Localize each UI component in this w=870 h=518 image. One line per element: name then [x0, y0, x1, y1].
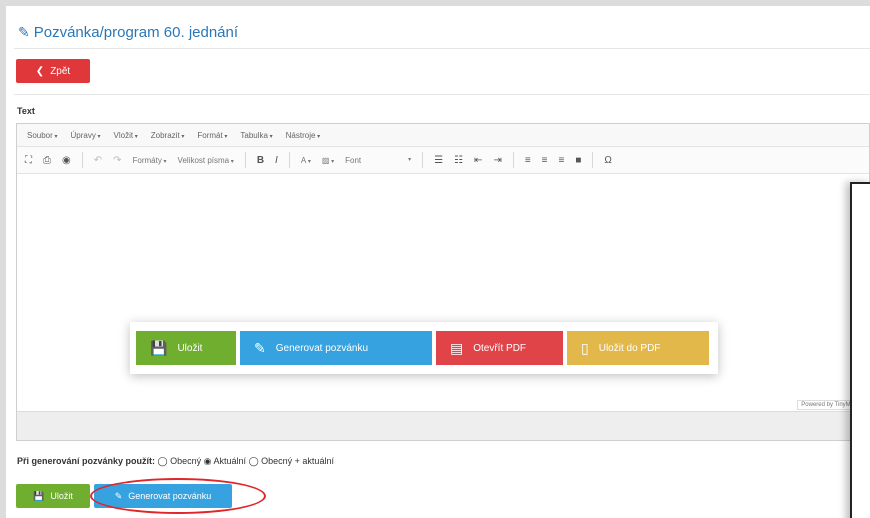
toolbar-separator — [244, 152, 246, 168]
align-justify-icon[interactable]: ■ — [575, 155, 581, 166]
special-char-icon[interactable]: Ω — [604, 155, 611, 166]
menu-insert[interactable]: Vložit — [114, 131, 138, 140]
menu-edit[interactable]: Úpravy — [70, 131, 100, 140]
menu-tools[interactable]: Nástroje — [286, 131, 320, 140]
save-to-pdf-button[interactable]: ▯ Uložit do PDF — [567, 331, 709, 365]
indent-icon[interactable]: ⇥ — [493, 155, 501, 166]
save-button-label: Uložit — [177, 342, 203, 354]
italic-button[interactable]: I — [275, 155, 278, 166]
print-icon[interactable]: ⎙ — [43, 155, 51, 166]
text-field-label: Text — [17, 106, 35, 116]
highlight-oval — [90, 478, 266, 514]
editor-statusbar — [17, 411, 869, 440]
page-title-text: Pozvánka/program 60. jednání — [33, 24, 239, 41]
redo-icon[interactable]: ↷ — [113, 155, 121, 166]
toolbar-separator — [592, 152, 594, 168]
preview-icon[interactable]: ◉ — [62, 155, 71, 166]
save-icon: 💾 — [33, 490, 45, 501]
overlay-window-edge — [850, 182, 870, 518]
toolbar-separator — [422, 152, 424, 168]
generate-invitation-button[interactable]: ✎ Generovat pozvánku — [240, 331, 432, 365]
save-button[interactable]: 💾 Uložit — [136, 331, 236, 365]
outdent-icon[interactable]: ⇤ — [474, 155, 482, 166]
back-button[interactable]: ❮ Zpět — [16, 59, 90, 83]
bold-button[interactable]: B — [257, 155, 264, 166]
option-general-current[interactable]: ◯ Obecný + aktuální — [249, 456, 334, 466]
chevron-left-icon: ❮ — [35, 65, 45, 77]
generation-options: Při generování pozvánky použít: ◯ Obecný… — [17, 456, 334, 467]
menu-table[interactable]: Tabulka — [240, 131, 272, 140]
font-size-dropdown[interactable]: Velikost písma — [178, 156, 234, 165]
generation-options-label: Při generování pozvánky použít: — [17, 456, 156, 466]
save-to-pdf-label: Uložit do PDF — [598, 342, 661, 354]
font-family-dropdown[interactable]: Font — [345, 156, 411, 165]
background-color-icon[interactable]: ▨ — [322, 156, 334, 165]
menu-file[interactable]: Soubor — [27, 131, 57, 140]
divider — [14, 94, 870, 95]
save-icon: 💾 — [150, 339, 168, 356]
align-center-icon[interactable]: ≡ — [542, 155, 548, 166]
bottom-save-label: Uložit — [50, 491, 73, 501]
bullet-list-icon[interactable]: ☰ — [434, 155, 443, 166]
undo-icon[interactable]: ↶ — [94, 155, 102, 166]
toolbar-separator — [512, 152, 514, 168]
pdf-icon: ▤ — [450, 339, 464, 356]
fullscreen-icon[interactable]: ⛶ — [25, 155, 32, 166]
back-button-label: Zpět — [50, 65, 71, 77]
file-icon: ▯ — [581, 339, 589, 356]
formats-dropdown[interactable]: Formáty — [133, 156, 167, 165]
toolbar-separator — [81, 152, 83, 168]
edit-icon: ✎ — [18, 24, 30, 40]
open-pdf-label: Otevřít PDF — [473, 342, 527, 354]
bottom-save-button[interactable]: 💾 Uložit — [16, 484, 90, 508]
option-current[interactable]: ◉ Aktuální — [204, 456, 246, 466]
generate-button-label: Generovat pozvánku — [275, 342, 369, 354]
align-left-icon[interactable]: ≡ — [525, 155, 531, 166]
zoomed-button-callout: 💾 Uložit ✎ Generovat pozvánku ▤ Otevřít … — [130, 322, 718, 374]
editor-menubar: Soubor Úpravy Vložit Zobrazit Formát Tab… — [17, 124, 869, 147]
menu-view[interactable]: Zobrazit — [151, 131, 185, 140]
divider — [14, 48, 870, 49]
option-general[interactable]: ◯ Obecný — [158, 456, 202, 466]
open-pdf-button[interactable]: ▤ Otevřít PDF — [436, 331, 563, 365]
magic-wand-icon: ✎ — [254, 339, 266, 356]
editor-content-area[interactable] — [17, 174, 869, 410]
toolbar-separator — [288, 152, 290, 168]
align-right-icon[interactable]: ≡ — [559, 155, 565, 166]
main-frame: ✎ Pozvánka/program 60. jednání ❮ Zpět Te… — [6, 6, 870, 518]
page-title: ✎ Pozvánka/program 60. jednání — [18, 24, 238, 41]
menu-format[interactable]: Formát — [197, 131, 227, 140]
rich-text-editor[interactable]: Soubor Úpravy Vložit Zobrazit Formát Tab… — [16, 123, 870, 441]
text-color-icon[interactable]: A — [301, 156, 311, 165]
editor-toolbar: ⛶ ⎙ ◉ ↶ ↷ Formáty Velikost písma B I A ▨… — [17, 147, 869, 174]
numbered-list-icon[interactable]: ☷ — [454, 155, 463, 166]
